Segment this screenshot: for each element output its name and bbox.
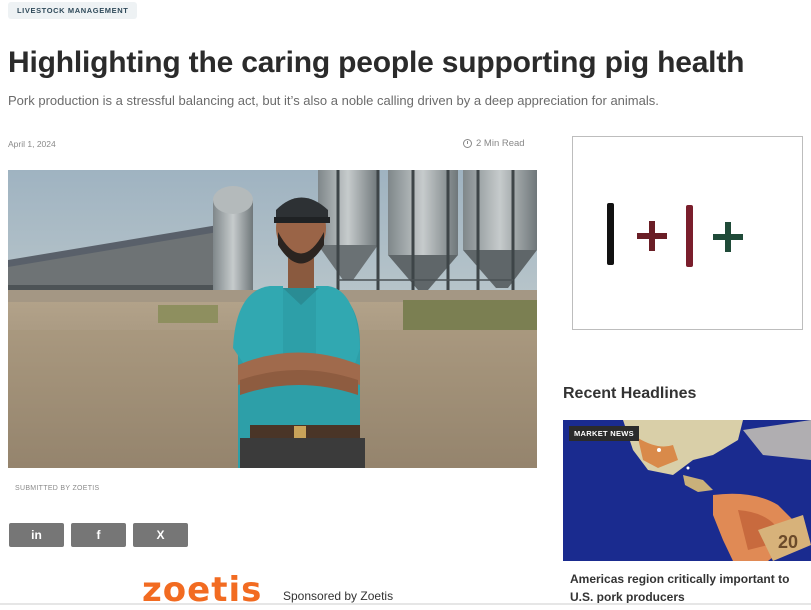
svg-text:20: 20 (778, 532, 798, 552)
sponsor-label: Sponsored by Zoetis (283, 589, 394, 603)
category-tag[interactable]: LIVESTOCK MANAGEMENT (8, 2, 138, 19)
clock-icon (463, 139, 472, 148)
image-caption: SUBMITTED BY ZOETIS (15, 485, 100, 492)
article-title: Highlighting the caring people supportin… (8, 46, 745, 79)
ad-graphic (607, 203, 743, 267)
read-time: 2 Min Read (463, 138, 525, 149)
share-facebook-button[interactable]: f (71, 523, 126, 547)
news-thumbnail[interactable]: 20 MARKET NEWS (563, 420, 811, 561)
news-headline-link[interactable]: Americas region critically important to … (570, 570, 808, 606)
read-time-label: 2 Min Read (476, 138, 525, 149)
linkedin-icon: in (31, 528, 42, 542)
recent-headlines-title: Recent Headlines (563, 385, 697, 402)
article-subtitle: Pork production is a stressful balancing… (8, 93, 659, 108)
advertisement-panel[interactable] (572, 136, 803, 330)
x-icon: X (156, 528, 165, 542)
share-linkedin-button[interactable]: in (9, 523, 64, 547)
facebook-icon: f (96, 528, 101, 542)
share-x-button[interactable]: X (133, 523, 188, 547)
hero-image (8, 170, 537, 468)
news-badge: MARKET NEWS (569, 426, 639, 441)
article-date: April 1, 2024 (8, 139, 56, 149)
